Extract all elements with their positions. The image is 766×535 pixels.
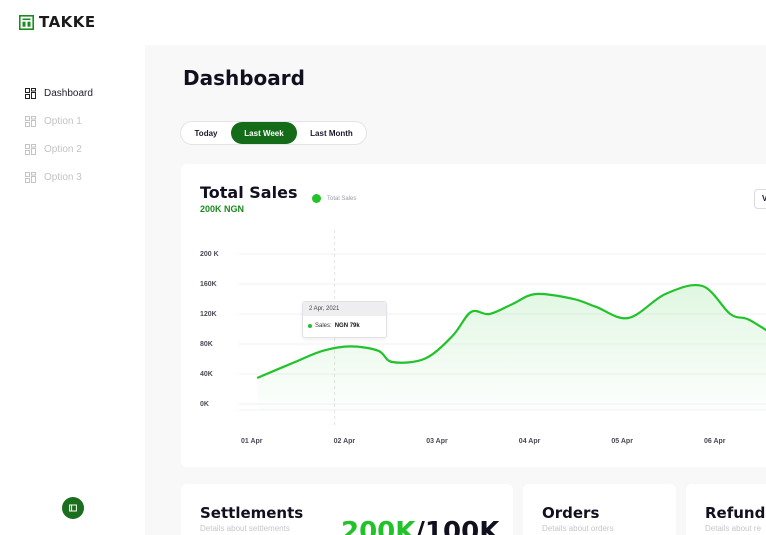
y-tick-label: 80K bbox=[200, 341, 213, 348]
grid-icon bbox=[25, 87, 36, 99]
sales-chart: 200 K 160K 120K 80K 40K 0K 01 Apr 02 Apr 03 Apr 0… bbox=[200, 230, 766, 445]
x-tick-label: 01 Apr bbox=[241, 438, 263, 445]
period-last-week-button[interactable]: Last Week bbox=[231, 122, 297, 144]
x-tick-label: 04 Apr bbox=[519, 438, 541, 445]
sidebar-collapse-button[interactable] bbox=[62, 497, 84, 519]
chart-tooltip: 2 Apr, 2021 Sales: NGN 79k bbox=[302, 301, 387, 338]
sidebar-item-option-2[interactable]: Option 2 bbox=[25, 135, 93, 163]
period-toggle: Today Last Week Last Month bbox=[180, 121, 367, 145]
grid-icon bbox=[25, 115, 36, 127]
main-content: Dashboard Today Last Week Last Month 200… bbox=[145, 45, 766, 535]
brand-name: TAKKE bbox=[39, 13, 96, 31]
y-tick-label: 40K bbox=[200, 371, 213, 378]
settlements-title: Settlements bbox=[200, 504, 304, 522]
app-root: TAKKE Dashboard Option 1 Option 2 Option… bbox=[0, 0, 766, 535]
y-tick-label: 120K bbox=[200, 311, 217, 318]
total-sales-card: 200 K 160K 120K 80K 40K 0K 01 Apr 02 Apr 03 Apr 0… bbox=[181, 164, 766, 467]
period-today-button[interactable]: Today bbox=[181, 122, 231, 144]
orders-title: Orders bbox=[542, 504, 600, 522]
refunds-card: Refunds Details about re bbox=[686, 484, 766, 535]
y-tick-label: 200 K bbox=[200, 251, 219, 258]
orders-subtitle: Details about orders bbox=[542, 524, 614, 533]
sales-total-value: 200K NGN bbox=[200, 204, 245, 214]
tooltip-dot bbox=[308, 324, 312, 328]
sidebar: Dashboard Option 1 Option 2 Option 3 bbox=[0, 45, 145, 535]
grid-icon bbox=[25, 171, 36, 183]
tooltip-value: NGN 79k bbox=[334, 323, 360, 329]
view-options-button[interactable]: V bbox=[754, 189, 766, 209]
sidebar-item-label: Option 2 bbox=[44, 143, 82, 155]
tooltip-row: Sales: NGN 79k bbox=[303, 316, 386, 336]
x-tick-label: 06 Apr bbox=[704, 438, 726, 445]
tooltip-label: Sales: bbox=[315, 323, 332, 329]
sidebar-item-label: Option 1 bbox=[44, 115, 82, 127]
panel-icon bbox=[69, 504, 77, 512]
refunds-title: Refunds bbox=[705, 504, 766, 522]
x-tick-label: 03 Apr bbox=[426, 438, 448, 445]
settlements-card: Settlements Details about settlements 20… bbox=[181, 484, 513, 535]
settlements-value-primary: 200K bbox=[341, 517, 416, 535]
logo-icon bbox=[19, 14, 34, 30]
y-tick-label: 0K bbox=[200, 401, 209, 408]
refunds-subtitle: Details about re bbox=[705, 524, 762, 533]
brand[interactable]: TAKKE bbox=[19, 13, 96, 31]
grid-icon bbox=[25, 143, 36, 155]
orders-card: Orders Details about orders bbox=[523, 484, 676, 535]
settlements-value-secondary: /100K bbox=[415, 517, 500, 535]
sales-card-title: Total Sales bbox=[200, 183, 298, 202]
legend-label: Total Sales bbox=[327, 195, 357, 202]
chart-legend: Total Sales bbox=[312, 194, 356, 203]
settlements-value: 200K/100K bbox=[341, 517, 499, 535]
legend-dot bbox=[312, 194, 321, 203]
page-title: Dashboard bbox=[183, 66, 305, 90]
sidebar-item-option-1[interactable]: Option 1 bbox=[25, 107, 93, 135]
x-tick-label: 05 Apr bbox=[611, 438, 633, 445]
sidebar-item-option-3[interactable]: Option 3 bbox=[25, 163, 93, 191]
x-tick-label: 02 Apr bbox=[334, 438, 356, 445]
sidebar-item-dashboard[interactable]: Dashboard bbox=[25, 79, 93, 107]
sidebar-item-label: Option 3 bbox=[44, 171, 82, 183]
period-last-month-button[interactable]: Last Month bbox=[297, 122, 366, 144]
sidebar-nav: Dashboard Option 1 Option 2 Option 3 bbox=[25, 79, 93, 191]
tooltip-date: 2 Apr, 2021 bbox=[303, 302, 386, 316]
y-tick-label: 160K bbox=[200, 281, 217, 288]
settlements-subtitle: Details about settlements bbox=[200, 524, 290, 533]
sidebar-item-label: Dashboard bbox=[44, 87, 93, 99]
